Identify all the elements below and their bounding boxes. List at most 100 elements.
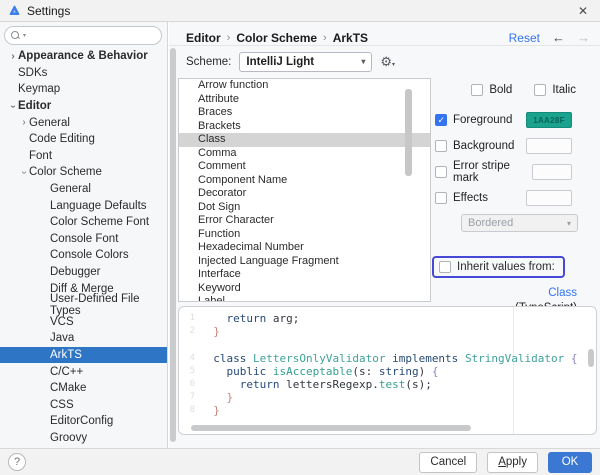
search-box[interactable]: ▾ [4, 26, 162, 45]
italic-checkbox[interactable] [534, 84, 546, 96]
sidebar-item-label: User-Defined File Types [50, 293, 167, 317]
attribute-item[interactable]: Brackets [179, 120, 430, 134]
attribute-item[interactable]: Error Character [179, 214, 430, 228]
apply-button[interactable]: Apply [487, 452, 538, 473]
close-icon[interactable]: ✕ [574, 4, 592, 18]
search-input[interactable] [28, 30, 155, 42]
attribute-item[interactable]: Dot Sign [179, 201, 430, 215]
attribute-item[interactable]: Label [179, 295, 430, 302]
attribute-item[interactable]: Class [179, 133, 430, 147]
attribute-item[interactable]: Keyword [179, 282, 430, 296]
attribute-list-scrollbar[interactable] [405, 89, 412, 176]
effects-swatch[interactable] [526, 190, 572, 206]
foreground-checkbox[interactable] [435, 114, 447, 126]
sidebar-item-editorconfig[interactable]: EditorConfig [0, 413, 167, 430]
effects-label: Effects [453, 192, 488, 204]
breadcrumb-item[interactable]: Editor [186, 31, 221, 45]
effects-row: Effects [435, 190, 600, 206]
chevron-right-icon[interactable]: › [8, 51, 18, 62]
attribute-item[interactable]: Injected Language Fragment [179, 255, 430, 269]
attribute-item[interactable]: Function [179, 228, 430, 242]
attribute-item[interactable]: Interface [179, 268, 430, 282]
sidebar-item-groovy[interactable]: Groovy [0, 430, 167, 447]
background-swatch[interactable] [526, 138, 572, 154]
reset-link[interactable]: Reset [509, 31, 540, 45]
effects-checkbox[interactable] [435, 192, 447, 204]
error-stripe-checkbox[interactable] [435, 166, 447, 178]
error-stripe-swatch[interactable] [532, 164, 572, 180]
code-horizontal-scrollbar[interactable] [191, 425, 471, 431]
italic-label: Italic [552, 84, 576, 96]
sidebar-item-label: Color Scheme Font [50, 216, 149, 228]
sidebar-item-console-font[interactable]: Console Font [0, 231, 167, 248]
page-header: Editor›Color Scheme›ArkTS Reset ← → [169, 22, 600, 46]
breadcrumb-item[interactable]: Color Scheme [236, 31, 317, 45]
scheme-label: Scheme: [186, 56, 231, 68]
help-button[interactable]: ? [8, 453, 26, 471]
chevron-right-icon[interactable]: › [19, 117, 29, 128]
inherit-values-box[interactable]: Inherit values from: [432, 256, 565, 278]
code-line: 7 } [179, 391, 596, 404]
effects-type-select: Bordered ▾ [461, 214, 578, 232]
code-line: 2 } [179, 325, 596, 338]
sidebar-item-color-scheme-font[interactable]: Color Scheme Font [0, 214, 167, 231]
bold-checkbox[interactable] [471, 84, 483, 96]
sidebar-item-language-defaults[interactable]: Language Defaults [0, 197, 167, 214]
title-bar: Settings ✕ [0, 0, 600, 22]
breadcrumb-item[interactable]: ArkTS [333, 31, 368, 45]
code-lines: 1 return arg;2 }4 class LettersOnlyValid… [179, 312, 596, 418]
attribute-item[interactable]: Attribute [179, 93, 430, 107]
attribute-item[interactable]: Hexadecimal Number [179, 241, 430, 255]
settings-page: Editor›Color Scheme›ArkTS Reset ← → Sche… [169, 22, 600, 448]
scheme-select[interactable]: IntelliJ Light ▾ [239, 52, 372, 72]
inherit-checkbox[interactable] [439, 261, 451, 273]
attribute-item[interactable]: Arrow function [179, 79, 430, 93]
search-options-caret-icon[interactable]: ▾ [23, 32, 26, 39]
attribute-item[interactable]: Decorator [179, 187, 430, 201]
sidebar-item-label: Color Scheme [29, 166, 102, 178]
sidebar-item-c-c-[interactable]: C/C++ [0, 363, 167, 380]
code-vertical-scrollbar[interactable] [588, 349, 594, 367]
ok-button[interactable]: OK [548, 452, 592, 473]
line-number: 5 [179, 365, 195, 378]
sidebar-item-console-colors[interactable]: Console Colors [0, 247, 167, 264]
line-number: 8 [179, 404, 195, 417]
sidebar-item-label: Console Font [50, 233, 118, 245]
sidebar-item-font[interactable]: Font [0, 148, 167, 165]
sidebar-item-appearance-behavior[interactable]: ›Appearance & Behavior [0, 48, 167, 65]
code-line: 4 class LettersOnlyValidator implements … [179, 352, 596, 365]
sidebar-item-general[interactable]: ›General [0, 114, 167, 131]
inherit-target-link[interactable]: Class [431, 286, 577, 301]
sidebar-item-cmake[interactable]: CMake [0, 380, 167, 397]
foreground-swatch[interactable]: 1AA28F [526, 112, 572, 128]
sidebar-item-css[interactable]: CSS [0, 396, 167, 413]
sidebar-item-color-scheme[interactable]: ›Color Scheme [0, 164, 167, 181]
sidebar-item-java[interactable]: Java [0, 330, 167, 347]
chevron-down-icon[interactable]: › [8, 101, 19, 111]
sidebar-item-debugger[interactable]: Debugger [0, 264, 167, 281]
attribute-item[interactable]: Comment [179, 160, 430, 174]
sidebar-item-editor[interactable]: ›Editor [0, 98, 167, 115]
attribute-item[interactable]: Component Name [179, 174, 430, 188]
cancel-button[interactable]: Cancel [419, 452, 477, 473]
background-checkbox[interactable] [435, 140, 447, 152]
sidebar-scrollbar[interactable] [170, 48, 176, 442]
sidebar-item-general[interactable]: General [0, 181, 167, 198]
line-number [179, 338, 195, 351]
code-line [179, 338, 596, 351]
attribute-item[interactable]: Braces [179, 106, 430, 120]
sidebar-item-keymap[interactable]: Keymap [0, 81, 167, 98]
back-arrow-icon[interactable]: ← [552, 30, 565, 45]
sidebar-item-sdks[interactable]: SDKs [0, 65, 167, 82]
sidebar-item-code-editing[interactable]: Code Editing [0, 131, 167, 148]
chevron-down-icon[interactable]: › [19, 167, 30, 177]
line-number: 1 [179, 312, 195, 325]
sidebar-item-user-defined-file-types[interactable]: User-Defined File Types [0, 297, 167, 314]
line-number: 2 [179, 325, 195, 338]
code-line: 5 public isAcceptable(s: string) { [179, 365, 596, 378]
line-number: 4 [179, 352, 195, 365]
sidebar-item-arkts[interactable]: ArkTS [0, 347, 167, 364]
sidebar-item-label: Code Editing [29, 133, 95, 145]
attribute-item[interactable]: Comma [179, 147, 430, 161]
gear-icon[interactable]: ⚙▾ [380, 55, 395, 68]
